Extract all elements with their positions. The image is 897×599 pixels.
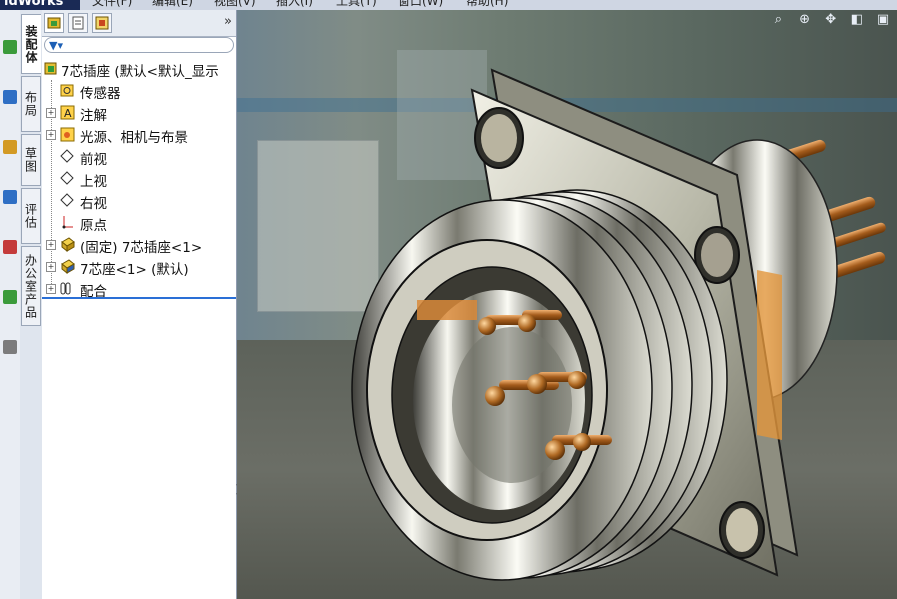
tree-item-label: 前视 — [80, 152, 107, 168]
filter-icon: ▼▾ — [49, 39, 63, 52]
tree-item-label: 光源、相机与布景 — [80, 130, 188, 146]
tab-sketch[interactable]: 草图 — [21, 134, 41, 186]
tree-item-label: 右视 — [80, 196, 107, 212]
menu-view[interactable]: 视图(V) — [214, 0, 256, 9]
tree-item-fixed-part[interactable]: + (固定) 7芯插座<1> — [42, 234, 236, 256]
tree-item-right-plane[interactable]: 右视 — [42, 190, 236, 212]
tab-office-products[interactable]: 办公室产品 — [21, 246, 41, 326]
plane-icon — [60, 193, 74, 207]
tree-item-label: 7芯座<1> (默认) — [80, 262, 189, 278]
svg-text:A: A — [64, 107, 72, 120]
rollback-bar[interactable] — [42, 297, 236, 299]
tree-item-lights[interactable]: + 光源、相机与布景 — [42, 124, 236, 146]
mate-icon[interactable] — [3, 140, 17, 154]
configuration-manager-tab[interactable] — [92, 13, 112, 33]
panel-tab-strip: » — [42, 10, 236, 37]
feature-tree-icon — [47, 17, 61, 29]
menu-window[interactable]: 窗口(W) — [398, 0, 443, 9]
tab-assembly[interactable]: 装配体 — [21, 14, 41, 74]
graphics-viewport[interactable]: ⌕ ⊕ ✥ ◧ ▣ — [237, 10, 897, 599]
tree-item-label: 传感器 — [80, 86, 121, 102]
filter-bar[interactable]: ▼▾ — [44, 37, 234, 53]
hide-show-icon[interactable] — [3, 240, 17, 254]
tree-item-label: 上视 — [80, 174, 107, 190]
tree-item-top-plane[interactable]: 上视 — [42, 168, 236, 190]
property-manager-tab[interactable] — [68, 13, 88, 33]
tree-item-origin[interactable]: 原点 — [42, 212, 236, 234]
expand-toggle-icon[interactable]: + — [46, 108, 56, 118]
mates-icon — [60, 282, 71, 295]
assembly-feature-icon[interactable] — [3, 290, 17, 304]
part-icon — [61, 259, 75, 274]
expand-toggle-icon[interactable]: + — [46, 130, 56, 140]
tree-item-label: 注解 — [80, 108, 107, 124]
move-component-icon[interactable] — [3, 190, 17, 204]
plane-icon — [60, 171, 74, 185]
plane-icon — [60, 149, 74, 163]
tab-evaluate[interactable]: 评估 — [21, 188, 41, 244]
menu-file[interactable]: 文件(F) — [92, 0, 132, 9]
menu-bar: idWorks 文件(F) 编辑(E) 视图(V) 插入(I) 工具(T) 窗口… — [0, 0, 897, 10]
reference-geometry-icon[interactable] — [3, 340, 17, 354]
app-brand: idWorks — [0, 0, 80, 10]
configuration-icon — [95, 16, 109, 30]
tree-item-label: 7芯插座 (默认<默认_显示 — [61, 64, 219, 80]
feature-manager-panel: » ▼▾ 7芯插座 (默认<默认_显示 传感器 + A 注解 + 光源、相机与布… — [42, 10, 237, 599]
expand-panel-button[interactable]: » — [224, 14, 232, 29]
menu-help[interactable]: 帮助(H) — [466, 0, 508, 9]
annotation-icon: A — [60, 105, 75, 120]
menu-tools[interactable]: 工具(T) — [336, 0, 377, 9]
lights-icon — [60, 127, 75, 142]
insert-component-icon[interactable] — [3, 90, 17, 104]
tree-item-label: 原点 — [80, 218, 107, 234]
menu-edit[interactable]: 编辑(E) — [152, 0, 193, 9]
property-icon — [72, 16, 84, 30]
part-icon — [61, 237, 75, 252]
sensor-icon — [60, 84, 74, 97]
tree-item-front-plane[interactable]: 前视 — [42, 146, 236, 168]
origin-icon — [62, 216, 73, 229]
command-toolbar — [0, 10, 21, 599]
tree-item-part-2[interactable]: + 7芯座<1> (默认) — [42, 256, 236, 278]
expand-toggle-icon[interactable]: + — [46, 284, 56, 294]
connector-3d-model[interactable] — [237, 10, 897, 599]
smart-mate-icon[interactable] — [3, 40, 17, 54]
tab-layout[interactable]: 布局 — [21, 76, 41, 132]
expand-toggle-icon[interactable]: + — [46, 262, 56, 272]
command-manager-tabs: 装配体 布局 草图 评估 办公室产品 — [20, 10, 42, 599]
tree-item-root-assembly[interactable]: 7芯插座 (默认<默认_显示 — [42, 58, 236, 80]
tree-item-annotations[interactable]: + A 注解 — [42, 102, 236, 124]
tree-item-label: (固定) 7芯插座<1> — [80, 240, 203, 256]
assembly-icon — [44, 62, 57, 75]
expand-toggle-icon[interactable]: + — [46, 240, 56, 250]
menu-insert[interactable]: 插入(I) — [276, 0, 313, 9]
tree-item-sensors[interactable]: 传感器 — [42, 80, 236, 102]
feature-manager-tab[interactable] — [44, 13, 64, 33]
